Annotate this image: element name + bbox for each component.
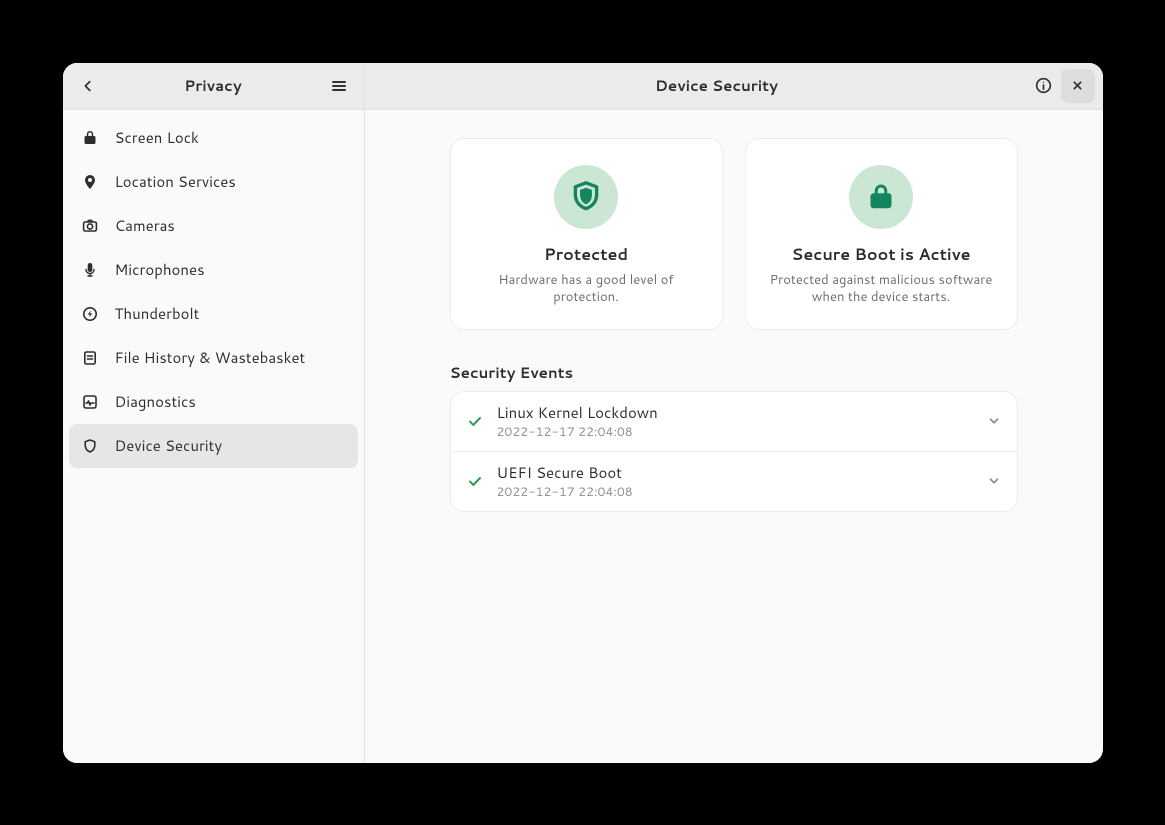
event-row[interactable]: UEFI Secure Boot2022-12-17 22:04:08 — [451, 451, 1017, 511]
event-time: 2022-12-17 22:04:08 — [497, 423, 973, 441]
card-description: Protected against malicious software whe… — [762, 272, 1001, 307]
status-card: Secure Boot is Active Protected against m… — [745, 138, 1018, 330]
main-panel: Device Security Protected Hardware has a … — [365, 63, 1103, 763]
sidebar-item-label: Thunderbolt — [115, 303, 200, 324]
event-text: Linux Kernel Lockdown2022-12-17 22:04:08 — [497, 402, 973, 441]
settings-window: Privacy Screen Lock Location Services Came… — [63, 63, 1103, 763]
sidebar-item-label: Device Security — [115, 435, 223, 456]
sidebar-item-screen-lock[interactable]: Screen Lock — [69, 116, 358, 160]
sidebar-item-label: Screen Lock — [115, 127, 199, 148]
close-button[interactable] — [1061, 69, 1095, 103]
sidebar-item-diagnostics[interactable]: Diagnostics — [69, 380, 358, 424]
close-icon — [1071, 79, 1084, 92]
events-heading: Security Events — [450, 362, 1018, 383]
event-title: Linux Kernel Lockdown — [497, 402, 973, 423]
shield-icon — [554, 165, 618, 229]
sidebar-item-device-security[interactable]: Device Security — [69, 424, 358, 468]
event-row[interactable]: Linux Kernel Lockdown2022-12-17 22:04:08 — [451, 392, 1017, 451]
location-icon — [81, 173, 99, 191]
thunderbolt-icon — [81, 305, 99, 323]
sidebar-item-file-history-wastebasket[interactable]: File History & Wastebasket — [69, 336, 358, 380]
card-description: Hardware has a good level of protection. — [467, 272, 706, 307]
sidebar-item-label: Diagnostics — [115, 391, 196, 412]
chevron-left-icon — [81, 79, 95, 93]
lock-icon — [849, 165, 913, 229]
sidebar-item-cameras[interactable]: Cameras — [69, 204, 358, 248]
chevron-down-icon — [987, 414, 1001, 428]
checkmark-icon — [467, 473, 483, 489]
card-title: Protected — [544, 243, 628, 266]
sidebar-item-label: File History & Wastebasket — [115, 347, 306, 368]
chevron-down-icon — [987, 474, 1001, 488]
sidebar: Privacy Screen Lock Location Services Came… — [63, 63, 365, 763]
sidebar-header: Privacy — [63, 63, 364, 110]
file-icon — [81, 349, 99, 367]
sidebar-item-label: Location Services — [115, 171, 236, 192]
sidebar-item-microphones[interactable]: Microphones — [69, 248, 358, 292]
info-button[interactable] — [1027, 69, 1061, 103]
content: Protected Hardware has a good level of pr… — [365, 110, 1103, 763]
shield-icon — [81, 437, 99, 455]
checkmark-icon — [467, 413, 483, 429]
sidebar-item-thunderbolt[interactable]: Thunderbolt — [69, 292, 358, 336]
hamburger-icon — [331, 78, 347, 94]
sidebar-item-label: Microphones — [115, 259, 205, 280]
sidebar-item-label: Cameras — [115, 215, 175, 236]
event-text: UEFI Secure Boot2022-12-17 22:04:08 — [497, 462, 973, 501]
status-cards: Protected Hardware has a good level of pr… — [450, 138, 1018, 330]
sidebar-item-location-services[interactable]: Location Services — [69, 160, 358, 204]
page-title: Device Security — [407, 75, 1027, 96]
event-time: 2022-12-17 22:04:08 — [497, 483, 973, 501]
diagnostics-icon — [81, 393, 99, 411]
back-button[interactable] — [71, 69, 105, 103]
lock-icon — [81, 129, 99, 147]
menu-button[interactable] — [322, 69, 356, 103]
card-title: Secure Boot is Active — [791, 243, 970, 266]
status-card: Protected Hardware has a good level of pr… — [450, 138, 723, 330]
event-title: UEFI Secure Boot — [497, 462, 973, 483]
info-icon — [1035, 77, 1052, 94]
camera-icon — [81, 217, 99, 235]
main-header: Device Security — [365, 63, 1103, 110]
sidebar-title: Privacy — [105, 75, 322, 96]
mic-icon — [81, 261, 99, 279]
events-list: Linux Kernel Lockdown2022-12-17 22:04:08… — [450, 391, 1018, 512]
sidebar-nav: Screen Lock Location Services Cameras Micro… — [63, 110, 364, 474]
